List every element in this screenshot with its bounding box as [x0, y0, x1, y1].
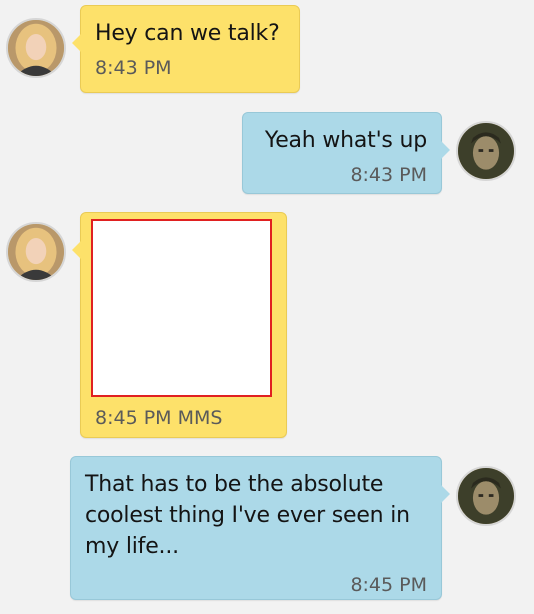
user-avatar[interactable]: [456, 121, 516, 181]
male-avatar-icon: [458, 123, 514, 179]
message-text: Yeah what's up: [264, 128, 427, 153]
message-text: Hey can we talk?: [95, 21, 280, 46]
message-bubble[interactable]: That has to be the absolute coolest thin…: [70, 456, 450, 600]
message-bubble[interactable]: Yeah what's up 8:43 PM: [242, 112, 450, 194]
message-timestamp: 8:43 PM: [95, 57, 172, 79]
contact-avatar[interactable]: [6, 222, 66, 282]
user-avatar[interactable]: [456, 466, 516, 526]
mms-bubble[interactable]: 8:45 PM MMS: [72, 212, 287, 438]
message-timestamp: 8:45 PM MMS: [95, 407, 223, 429]
female-avatar-icon: [8, 224, 64, 280]
message-bubble[interactable]: Hey can we talk? 8:43 PM: [72, 5, 300, 93]
message-thread: Hey can we talk? 8:43 PM Yeah what's up …: [0, 0, 534, 614]
message-timestamp: 8:45 PM: [350, 574, 427, 596]
mms-image-attachment[interactable]: [91, 219, 272, 397]
contact-avatar[interactable]: [6, 18, 66, 78]
message-text: That has to be the absolute coolest thin…: [85, 472, 410, 559]
female-avatar-icon: [8, 20, 64, 76]
message-timestamp: 8:43 PM: [350, 164, 427, 186]
male-avatar-icon: [458, 468, 514, 524]
